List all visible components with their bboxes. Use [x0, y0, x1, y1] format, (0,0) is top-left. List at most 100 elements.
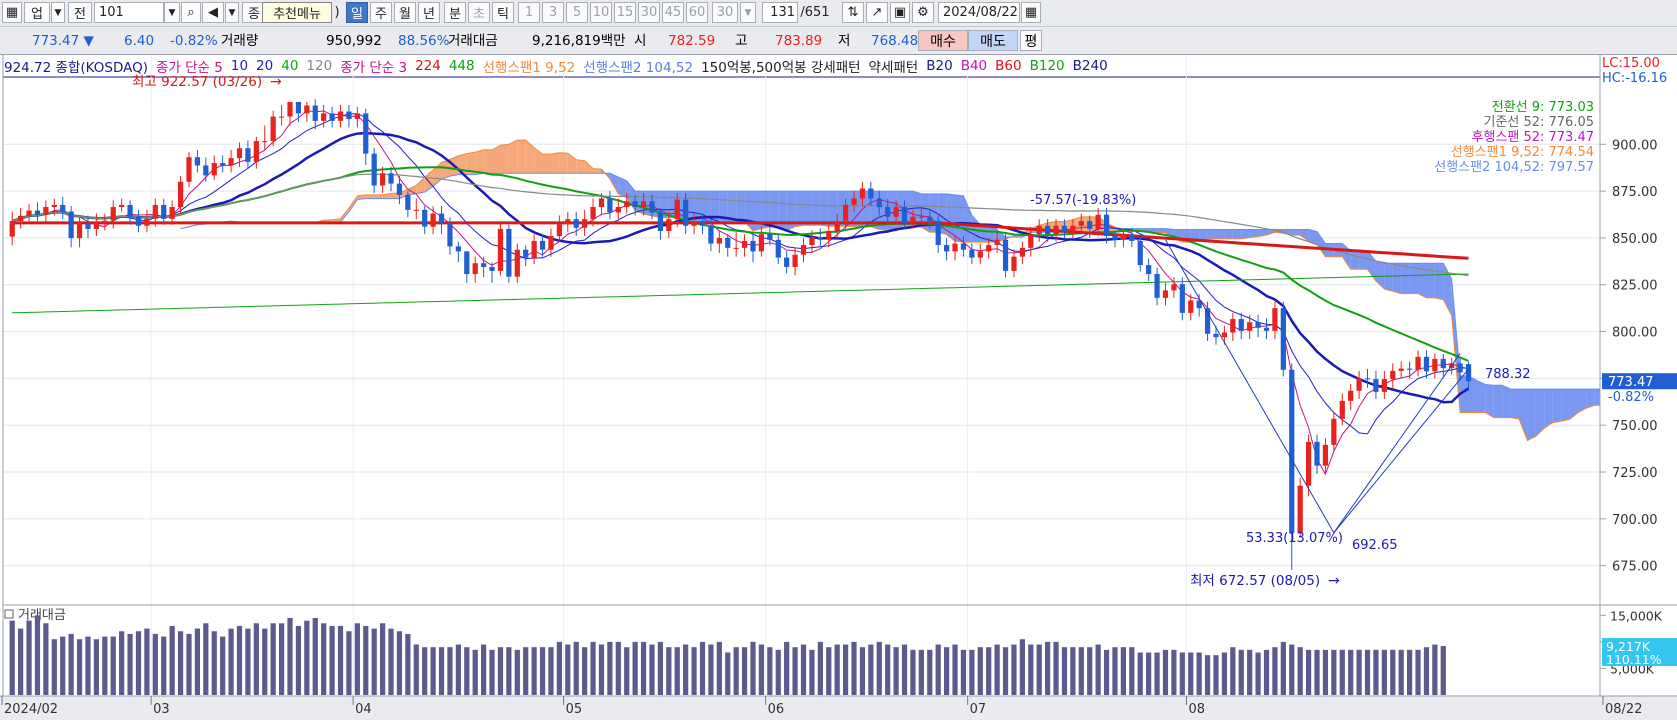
candle-body	[312, 105, 318, 121]
sound-dropdown-icon[interactable]: ▼	[225, 2, 239, 23]
cloud-segment	[542, 154, 551, 174]
last-price-label: 773.47	[1608, 375, 1654, 390]
calendar-icon[interactable]: ▦	[1021, 2, 1041, 23]
trend-tool-icon[interactable]: ↗	[866, 2, 888, 23]
ma1-period-120[interactable]: 120	[306, 58, 332, 74]
ma1-period-10[interactable]: 10	[231, 58, 248, 74]
ma2-name[interactable]: 종가 단순 3	[340, 56, 407, 76]
ma1-name[interactable]: 종가 단순 5	[156, 56, 223, 76]
candle-body	[758, 234, 765, 252]
period-minute-tab[interactable]: 분	[444, 2, 466, 23]
pattern-legend[interactable]: 150억봉,500억봉 강세패턴	[701, 56, 860, 76]
period-week-tab[interactable]: 주	[370, 2, 392, 23]
date-input[interactable]: 2024/08/22	[938, 2, 1020, 23]
volume-bar	[363, 625, 369, 695]
interval-15[interactable]: 15	[614, 2, 636, 23]
candle-body	[93, 222, 99, 229]
price-chart[interactable]: 최고 922.57 (03/26) → 최저 672.57 (08/05) → 53.3…	[0, 55, 1677, 720]
volume-bar	[834, 644, 840, 695]
candle-body	[1398, 368, 1404, 371]
ma1-period-20[interactable]: 20	[256, 58, 273, 74]
volume-bar	[1297, 647, 1303, 695]
buy-button[interactable]: 매수	[918, 30, 968, 51]
interval-60[interactable]: 60	[686, 2, 708, 23]
candle-body	[1053, 225, 1059, 235]
cloud-segment	[803, 191, 812, 226]
high-annotation: 최고 922.57 (03/26)	[132, 74, 262, 90]
interval-5[interactable]: 5	[566, 2, 588, 23]
interval-1[interactable]: 1	[518, 2, 540, 23]
ma2-period-448[interactable]: 448	[449, 58, 475, 74]
candle-body	[607, 198, 613, 213]
volume-bar	[784, 641, 790, 695]
volume-bar	[1078, 647, 1084, 695]
band-b40[interactable]: B40	[961, 58, 987, 74]
ma2-period-224[interactable]: 224	[415, 58, 441, 74]
volume-bar	[573, 641, 579, 695]
code-dropdown-icon[interactable]: ▼	[164, 2, 180, 23]
prev-button[interactable]: 전	[68, 2, 92, 23]
candle-body	[506, 228, 512, 277]
sell-button[interactable]: 매도	[968, 30, 1018, 51]
interval-dropdown-icon[interactable]: ▼	[740, 2, 756, 23]
volume-bar	[859, 647, 866, 695]
volume-bar	[775, 649, 781, 695]
volume-bar	[9, 620, 15, 695]
candle-body	[750, 240, 756, 252]
span2-legend[interactable]: 선행스팬2 104,52	[583, 56, 693, 76]
volume-bar	[68, 633, 74, 695]
period-tick-label: 틱	[497, 7, 509, 22]
recommend-menu-label: 추천메뉴	[273, 7, 321, 22]
market-dropdown-icon[interactable]: ▼	[51, 2, 65, 23]
save-icon[interactable]: ▣	[890, 2, 910, 23]
period-day-tab[interactable]: 일	[346, 2, 368, 23]
volume-bar	[236, 625, 243, 695]
interval-10[interactable]: 10	[590, 2, 612, 23]
search-icon[interactable]: ⌕	[181, 2, 201, 23]
code-input[interactable]: 101	[94, 2, 164, 23]
candle-body	[1263, 327, 1270, 331]
volume-bar	[497, 647, 504, 695]
price-tick-label: 800.00	[1612, 326, 1658, 341]
band-b240[interactable]: B240	[1073, 58, 1108, 74]
span1-legend[interactable]: 선행스팬1 9,52	[483, 56, 576, 76]
period-tick-tab[interactable]: 틱	[492, 2, 514, 23]
market-select[interactable]: 업	[24, 2, 50, 23]
settings-icon[interactable]: ⚙	[912, 2, 934, 23]
volume-bar	[438, 647, 445, 695]
candle-body	[565, 219, 571, 225]
count-input[interactable]: 131	[762, 2, 798, 23]
volume-bar	[34, 615, 41, 695]
layout-icon[interactable]: ▦	[2, 2, 22, 23]
interval-3[interactable]: 3	[542, 2, 564, 23]
sound-icon[interactable]: ◀	[202, 2, 224, 23]
volume-bar	[270, 623, 276, 695]
ma1-period-40[interactable]: 40	[281, 58, 298, 74]
eval-button[interactable]: 평	[1020, 30, 1042, 51]
interval-30[interactable]: 30	[638, 2, 660, 23]
band-b20[interactable]: B20	[926, 58, 952, 74]
candle-body	[489, 266, 495, 271]
volume-bar	[1423, 647, 1430, 695]
candle-body	[1415, 356, 1421, 370]
candle-body	[354, 113, 360, 120]
chart-tool-icon[interactable]: ⇅	[842, 2, 864, 23]
band-b60[interactable]: B60	[995, 58, 1021, 74]
candle-body	[1120, 234, 1127, 240]
volume-bar	[632, 641, 638, 695]
period-second-tab[interactable]: 초	[468, 2, 490, 23]
candle-body	[901, 207, 908, 223]
candle-body	[110, 207, 116, 221]
interval-45[interactable]: 45	[662, 2, 684, 23]
recommend-menu-tooltip[interactable]: 추천메뉴	[262, 2, 332, 23]
period-year-tab[interactable]: 년	[418, 2, 440, 23]
weak-pattern-legend[interactable]: 약세패턴	[869, 56, 919, 76]
interval-custom[interactable]: 30	[712, 2, 738, 23]
candle-body	[287, 101, 293, 117]
candle-body	[1087, 221, 1093, 229]
band-b120[interactable]: B120	[1030, 58, 1065, 74]
candle-body	[514, 249, 520, 277]
volume-bar	[1103, 649, 1110, 695]
period-month-tab[interactable]: 월	[394, 2, 416, 23]
volume-bar	[792, 647, 798, 695]
